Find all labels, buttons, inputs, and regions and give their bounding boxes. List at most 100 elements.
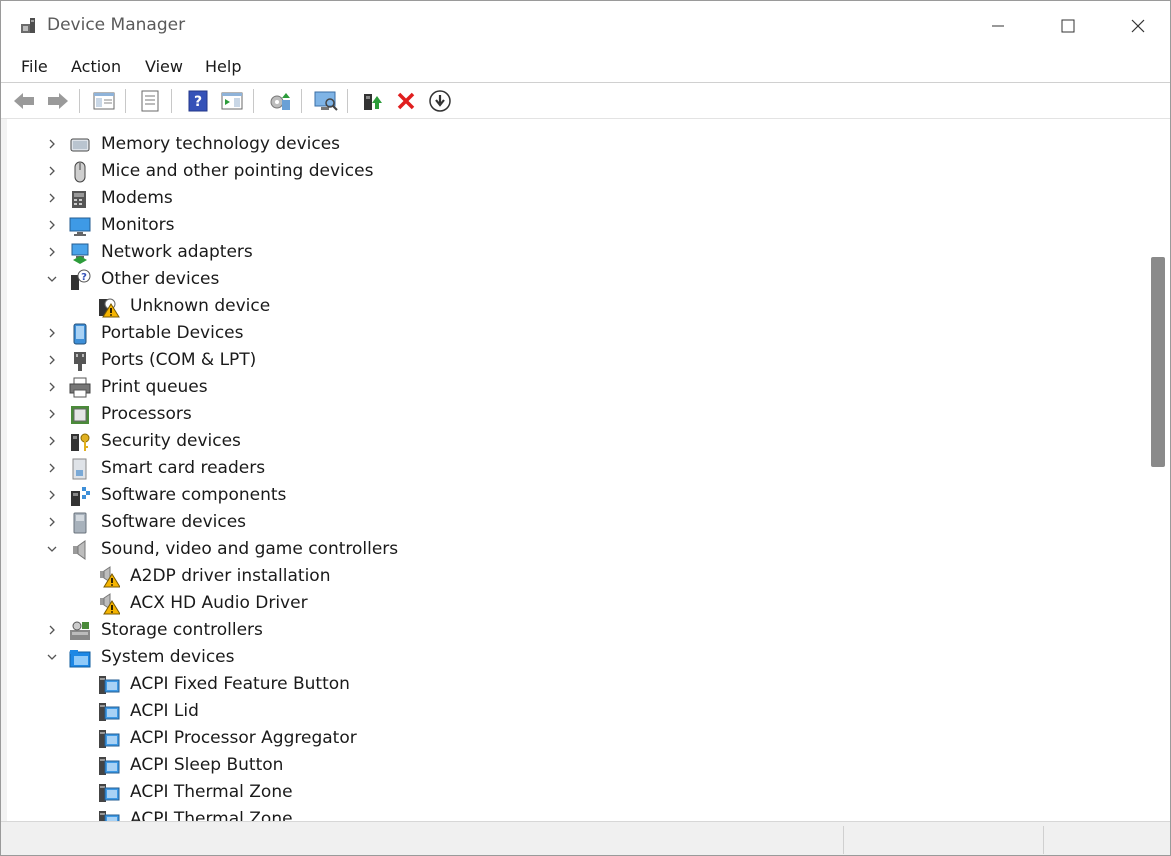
tree-row-label: Other devices <box>101 269 220 289</box>
chevron-right-icon[interactable] <box>45 461 59 475</box>
security-icon <box>71 433 90 451</box>
tree-row-label: Processors <box>101 404 192 424</box>
chevron-down-icon[interactable] <box>45 650 59 664</box>
tree-device-row[interactable]: ACPI Lid <box>7 698 1137 725</box>
tree-device-row[interactable]: ACPI Thermal Zone <box>7 779 1137 806</box>
properties-button[interactable] <box>137 88 163 114</box>
chevron-right-icon[interactable] <box>45 164 59 178</box>
tree-device-row[interactable]: ACPI Sleep Button <box>7 752 1137 779</box>
speaker-icon <box>73 540 86 560</box>
menu-view[interactable]: View <box>143 57 185 76</box>
device-tree[interactable]: Memory technology devices Mice and other … <box>7 129 1144 821</box>
back-button[interactable] <box>11 88 37 114</box>
scan-hardware-button[interactable] <box>313 88 339 114</box>
tree-category-row[interactable]: ? Other devices <box>7 266 1137 293</box>
help-button[interactable]: ? <box>185 88 211 114</box>
tree-category-row[interactable]: Print queues <box>7 374 1137 401</box>
chevron-right-icon[interactable] <box>45 515 59 529</box>
chevron-right-icon[interactable] <box>45 191 59 205</box>
toolbar-separator <box>79 89 80 113</box>
download-icon <box>429 90 451 112</box>
processor-icon <box>71 406 89 424</box>
maximize-button[interactable] <box>1033 1 1103 51</box>
chevron-right-icon[interactable] <box>45 623 59 637</box>
enable-device-button[interactable] <box>359 88 385 114</box>
update-driver-button[interactable] <box>267 88 293 114</box>
tree-device-row[interactable]: Unknown device <box>7 293 1137 320</box>
chevron-right-icon[interactable] <box>45 218 59 232</box>
tree-category-row[interactable]: System devices <box>7 644 1137 671</box>
tree-category-row[interactable]: Ports (COM & LPT) <box>7 347 1137 374</box>
status-bar <box>1 821 1170 855</box>
chevron-right-icon[interactable] <box>45 245 59 259</box>
tree-category-row[interactable]: Smart card readers <box>7 455 1137 482</box>
tree-category-row[interactable]: Monitors <box>7 212 1137 239</box>
tree-device-row[interactable]: A2DP driver installation <box>7 563 1137 590</box>
tree-row-label: Print queues <box>101 377 208 397</box>
system-folder-icon <box>69 650 91 668</box>
tree-device-row[interactable]: ACPI Thermal Zone <box>7 806 1137 821</box>
tree-device-row[interactable]: ACX HD Audio Driver <box>7 590 1137 617</box>
tree-category-row[interactable]: Memory technology devices <box>7 131 1137 158</box>
vertical-scrollbar[interactable] <box>1146 129 1170 821</box>
show-hide-console-tree-button[interactable] <box>91 88 117 114</box>
portable-icon <box>73 323 87 345</box>
chevron-down-icon[interactable] <box>45 542 59 556</box>
svg-text:?: ? <box>81 272 87 283</box>
close-button[interactable] <box>1103 1 1170 51</box>
tree-device-row[interactable]: ACPI Fixed Feature Button <box>7 671 1137 698</box>
tree-category-row[interactable]: Security devices <box>7 428 1137 455</box>
chevron-right-icon[interactable] <box>45 488 59 502</box>
menu-help[interactable]: Help <box>203 57 243 76</box>
tree-category-row[interactable]: Mice and other pointing devices <box>7 158 1137 185</box>
uninstall-device-button[interactable] <box>393 88 419 114</box>
maximize-icon <box>1061 19 1075 33</box>
tree-row-label: ACX HD Audio Driver <box>130 593 308 613</box>
tree-category-row[interactable]: Sound, video and game controllers <box>7 536 1137 563</box>
chevron-right-icon[interactable] <box>45 407 59 421</box>
menu-file[interactable]: File <box>19 57 50 76</box>
scan-hardware-icon <box>314 91 338 111</box>
help-icon: ? <box>188 90 208 112</box>
tree-row-label: ACPI Lid <box>130 701 199 721</box>
tree-category-row[interactable]: Processors <box>7 401 1137 428</box>
menu-action[interactable]: Action <box>69 57 123 76</box>
tree-category-row[interactable]: Storage controllers <box>7 617 1137 644</box>
tree-category-row[interactable]: Portable Devices <box>7 320 1137 347</box>
monitor-icon <box>69 217 91 236</box>
title-bar[interactable]: Device Manager <box>1 1 1170 51</box>
chevron-down-icon[interactable] <box>45 272 59 286</box>
show-hide-console-tree-icon <box>93 92 115 110</box>
storage-icon <box>70 621 90 640</box>
tree-device-row[interactable]: ACPI Processor Aggregator <box>7 725 1137 752</box>
tree-category-row[interactable]: Modems <box>7 185 1137 212</box>
tree-category-row[interactable]: Software devices <box>7 509 1137 536</box>
download-button[interactable] <box>427 88 453 114</box>
chevron-right-icon[interactable] <box>45 326 59 340</box>
toolbar-separator <box>347 89 348 113</box>
properties-icon <box>141 90 159 112</box>
show-action-pane-button[interactable] <box>219 88 245 114</box>
forward-button[interactable] <box>45 88 71 114</box>
scrollbar-thumb[interactable] <box>1151 257 1165 467</box>
chevron-right-icon[interactable] <box>45 137 59 151</box>
tree-category-row[interactable]: Network adapters <box>7 239 1137 266</box>
chevron-right-icon[interactable] <box>45 380 59 394</box>
network-icon <box>71 243 89 264</box>
tree-row-label: Memory technology devices <box>101 134 341 154</box>
tree-row-label: Software components <box>101 485 287 505</box>
toolbar-separator <box>125 89 126 113</box>
tree-row-label: ACPI Processor Aggregator <box>130 728 357 748</box>
tree-category-row[interactable]: Software components <box>7 482 1137 509</box>
chevron-right-icon[interactable] <box>45 353 59 367</box>
show-action-pane-icon <box>221 92 243 110</box>
device-manager-window: Device Manager File Action View Help ? M… <box>0 0 1171 856</box>
chevron-right-icon[interactable] <box>45 434 59 448</box>
system-device-icon <box>99 757 120 775</box>
tree-row-label: Network adapters <box>101 242 253 262</box>
tree-row-label: Software devices <box>101 512 247 532</box>
system-device-icon <box>99 703 120 721</box>
minimize-button[interactable] <box>963 1 1033 51</box>
unknown-device-icon: ? <box>71 269 91 290</box>
warning-device-icon <box>99 298 120 318</box>
